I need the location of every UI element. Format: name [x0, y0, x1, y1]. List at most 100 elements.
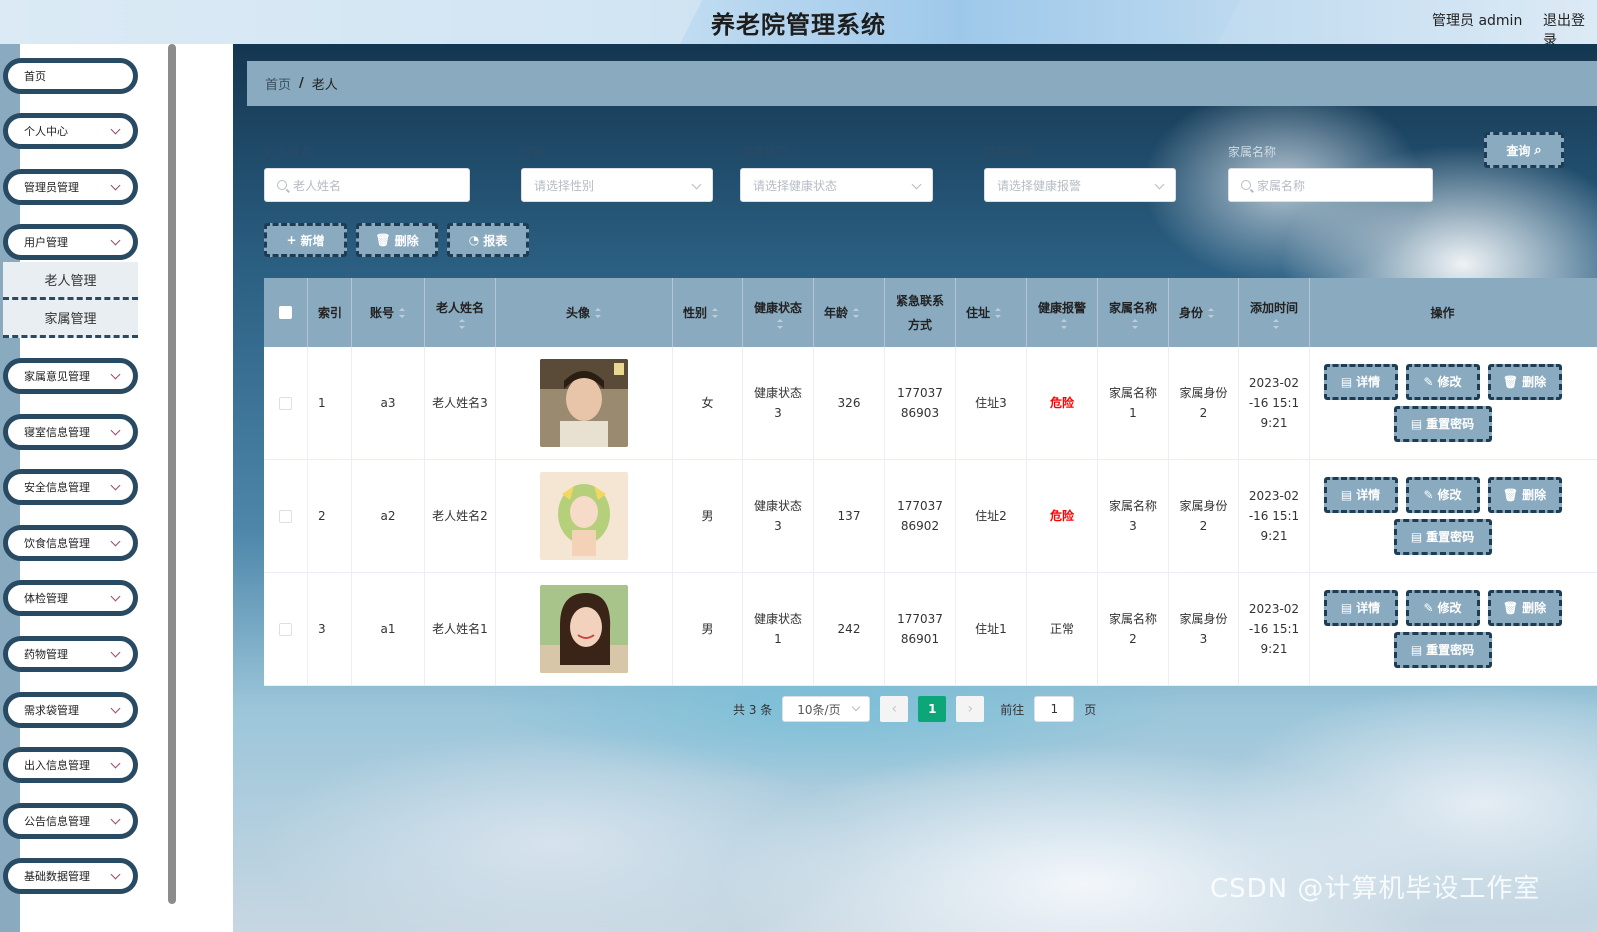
reset-password-button[interactable]: ▤ 重置密码 [1393, 519, 1492, 555]
chevron-down-icon [110, 814, 121, 825]
edit-button[interactable]: ✎ 修改 [1405, 364, 1480, 400]
prev-page-button[interactable]: ‹ [880, 696, 909, 722]
cell-gender: 女 [673, 347, 743, 459]
row-checkbox[interactable] [279, 396, 292, 410]
col-alarm[interactable]: 健康报警 [1027, 278, 1098, 347]
delete-button[interactable]: 🗑 删除 [1487, 477, 1562, 513]
plus-icon: + [286, 233, 297, 247]
sidebar-item-checkup[interactable]: 体检管理 [3, 580, 138, 616]
logout-link[interactable]: 退出登录 [1543, 10, 1597, 44]
col-address[interactable]: 住址 [956, 278, 1027, 347]
col-time[interactable]: 添加时间 [1239, 278, 1310, 347]
detail-button[interactable]: ▤ 详情 [1323, 364, 1398, 400]
chevron-down-icon [110, 591, 121, 602]
sidebar-item-home[interactable]: 首页 [3, 58, 138, 94]
sidebar-item-safety[interactable]: 安全信息管理 [3, 469, 138, 505]
reset-password-button[interactable]: ▤ 重置密码 [1393, 406, 1492, 442]
breadcrumb-home[interactable]: 首页 [265, 74, 291, 93]
cell-address: 住址1 [956, 573, 1027, 685]
col-family[interactable]: 家属名称 [1098, 278, 1169, 347]
filter-health-placeholder: 请选择健康状态 [753, 178, 838, 193]
next-page-button[interactable]: › [956, 696, 985, 722]
sidebar-item-user-management[interactable]: 用户管理 [3, 224, 138, 260]
filter-alarm-select[interactable]: 请选择健康报警 [984, 168, 1176, 202]
sidebar-item-basic-data[interactable]: 基础数据管理 [3, 858, 138, 894]
batch-delete-button[interactable]: 🗑 删除 [356, 223, 438, 257]
sort-icon [1061, 318, 1068, 329]
sort-icon [995, 308, 1002, 318]
sidebar-item-label: 个人中心 [24, 125, 68, 138]
sidebar-subitem-family-management[interactable]: 家属管理 [3, 300, 138, 338]
col-label: 健康报警 [1037, 300, 1086, 315]
col-gender[interactable]: 性别 [673, 278, 743, 347]
app-title: 养老院管理系统 [711, 11, 886, 39]
delete-button[interactable]: 🗑 删除 [1487, 364, 1562, 400]
select-all-cell [264, 278, 308, 347]
chevron-down-icon [110, 647, 121, 658]
cell-identity: 家属身份3 [1169, 573, 1239, 685]
cell-identity-text: 家属身份3 [1179, 612, 1228, 646]
cell-address: 住址3 [956, 347, 1027, 459]
chevron-down-icon [110, 536, 121, 547]
goto-page-input[interactable]: 1 [1034, 696, 1075, 722]
select-all-checkbox[interactable] [279, 306, 292, 319]
avatar[interactable] [540, 585, 628, 673]
edit-button[interactable]: ✎ 修改 [1405, 590, 1480, 626]
sidebar-item-personal-center[interactable]: 个人中心 [3, 113, 138, 149]
sidebar-item-family-feedback[interactable]: 家属意见管理 [3, 358, 138, 394]
col-account[interactable]: 账号 [352, 278, 425, 347]
row-checkbox[interactable] [279, 509, 292, 523]
detail-button[interactable]: ▤ 详情 [1323, 477, 1398, 513]
edit-button[interactable]: ✎ 修改 [1405, 477, 1480, 513]
avatar[interactable] [540, 359, 628, 447]
reset-label: 重置密码 [1426, 643, 1475, 657]
sidebar-scrollbar[interactable] [168, 44, 176, 904]
reset-password-button[interactable]: ▤ 重置密码 [1393, 632, 1492, 668]
add-button[interactable]: + 新增 [264, 223, 347, 257]
filter-gender-select[interactable]: 请选择性别 [521, 168, 713, 202]
filter-family-input[interactable]: 家属名称 [1228, 168, 1433, 202]
sidebar-item-diet[interactable]: 饮食信息管理 [3, 525, 138, 561]
col-age[interactable]: 年龄 [814, 278, 885, 347]
col-identity[interactable]: 身份 [1169, 278, 1239, 347]
filter-name-label: 老人姓名 [264, 145, 313, 159]
avatar[interactable] [540, 472, 628, 560]
sidebar-item-needs[interactable]: 需求袋管理 [3, 692, 138, 728]
col-label: 账号 [369, 305, 394, 320]
col-name[interactable]: 老人姓名 [425, 278, 496, 347]
row-checkbox[interactable] [279, 622, 292, 636]
chevron-down-icon [110, 703, 121, 714]
col-health[interactable]: 健康状态 [743, 278, 814, 347]
report-button[interactable]: ◔ 报表 [447, 223, 529, 257]
col-label: 老人姓名 [435, 300, 484, 315]
cell-family-text: 家属名称1 [1108, 386, 1157, 420]
edit-label: 修改 [1437, 601, 1462, 615]
sidebar-item-access[interactable]: 出入信息管理 [3, 747, 138, 783]
sort-icon [1132, 318, 1139, 329]
sidebar-item-admin-management[interactable]: 管理员管理 [3, 169, 138, 205]
delete-button[interactable]: 🗑 删除 [1487, 590, 1562, 626]
sidebar-subitem-elder-management[interactable]: 老人管理 [3, 262, 138, 300]
detail-button[interactable]: ▤ 详情 [1323, 590, 1398, 626]
page-number-current[interactable]: 1 [918, 696, 947, 722]
sidebar-item-label: 基础数据管理 [24, 870, 90, 883]
sidebar-item-notice[interactable]: 公告信息管理 [3, 803, 138, 839]
sort-icon [853, 308, 860, 318]
sidebar-item-label: 公告信息管理 [24, 815, 90, 828]
filter-name-input[interactable]: 老人姓名 [264, 168, 470, 202]
col-avatar[interactable]: 头像 [496, 278, 673, 347]
query-button[interactable]: 查询 ⌕ [1484, 132, 1564, 168]
sidebar-item-medicine[interactable]: 药物管理 [3, 636, 138, 672]
filter-alarm-label: 健康报警 [984, 145, 1033, 159]
filter-health-select[interactable]: 请选择健康状态 [740, 168, 933, 202]
edit-label: 修改 [1437, 375, 1462, 389]
col-phone[interactable]: 紧急联系方式 [885, 278, 956, 347]
col-label: 操作 [1430, 305, 1455, 320]
sidebar-item-dormitory[interactable]: 寝室信息管理 [3, 414, 138, 450]
col-label: 家属名称 [1108, 300, 1157, 315]
page-size-select[interactable]: 10条/页 [782, 696, 871, 722]
filter-name-placeholder: 老人姓名 [293, 178, 342, 193]
col-index[interactable]: 索引 [308, 278, 352, 347]
detail-label: 详情 [1356, 488, 1381, 502]
cell-health: 健康状态3 [743, 347, 814, 459]
